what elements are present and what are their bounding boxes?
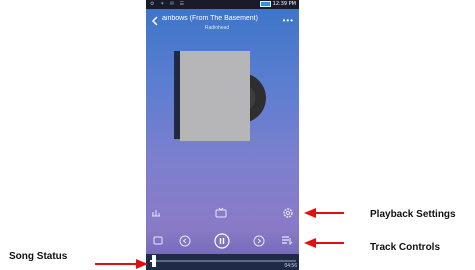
artist-name: Radiohead (204, 25, 230, 31)
playlist-icon[interactable] (281, 235, 293, 246)
playback-settings-label: Playback Settings (370, 209, 456, 220)
now-playing-header: ainbows (From The Basement) Radiohead ••… (146, 12, 299, 36)
pause-icon[interactable] (214, 233, 230, 249)
album-sleeve-front (180, 51, 250, 141)
battery-icon (259, 0, 271, 7)
clock: 12:39 PM (272, 1, 296, 7)
progress-thumb[interactable] (152, 255, 156, 267)
track-duration: 04:56 (284, 263, 297, 269)
next-icon[interactable] (253, 235, 265, 247)
settings-gear-icon[interactable] (282, 207, 294, 219)
status-bar: ⚙ ✶ ✉ ☰ 12:39 PM (146, 0, 299, 9)
progress-track (150, 260, 296, 262)
playback-settings-arrow (314, 212, 344, 214)
phone-screen: ⚙ ✶ ✉ ☰ 12:39 PM ainbows (From The Basem… (146, 0, 299, 270)
status-right: 12:39 PM (259, 0, 296, 9)
song-status-arrowhead (136, 259, 148, 269)
track-controls-label: Track Controls (370, 242, 441, 253)
song-status-arrow (95, 263, 137, 265)
album-art (174, 51, 274, 141)
song-status-label: Song Status (9, 251, 68, 262)
status-icons: ⚙ ✶ ✉ ☰ (150, 1, 187, 7)
track-controls-row (146, 233, 299, 249)
song-progress-bar[interactable]: 04:56 (146, 254, 299, 270)
previous-icon[interactable] (179, 235, 191, 247)
playback-settings-row (146, 206, 299, 220)
equalizer-icon[interactable] (151, 208, 161, 218)
more-options-icon[interactable]: ••• (283, 16, 294, 25)
back-chevron-icon[interactable] (151, 16, 159, 26)
tv-icon[interactable] (215, 207, 227, 218)
track-controls-arrow (314, 242, 344, 244)
queue-icon[interactable] (153, 236, 163, 245)
song-title: ainbows (From The Basement) (162, 15, 258, 22)
